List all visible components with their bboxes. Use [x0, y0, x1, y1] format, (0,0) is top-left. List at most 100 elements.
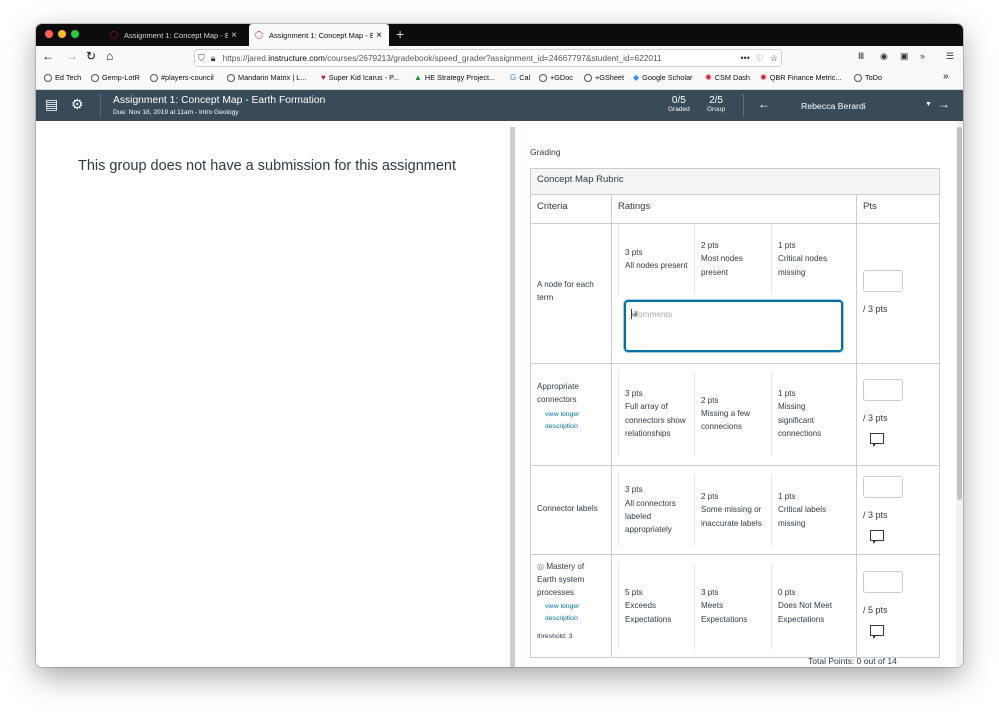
rating-option[interactable]: 3 pts All connectors labeled appropriatel…	[618, 474, 695, 546]
settings-gear-icon[interactable]: ⚙	[71, 96, 84, 113]
outcome-target-icon: ◎	[537, 562, 545, 571]
criterion-description: Appropriate connectors	[537, 382, 579, 404]
address-bar[interactable]: ⛉ 🔒︎ https://jared.instructure.com/cours…	[194, 49, 782, 67]
points-input[interactable]	[863, 379, 903, 401]
rating-option[interactable]: 3 pts Meets Expectations	[695, 563, 772, 649]
globe-icon	[44, 73, 52, 82]
ratings-cell: 3 pts All connectors labeled appropriatel…	[612, 466, 857, 554]
comments-textarea[interactable]: Comments ◢	[624, 300, 843, 352]
resize-grip-icon[interactable]: ◢	[632, 309, 839, 349]
header-divider	[100, 94, 101, 117]
rating-option[interactable]: 3 pts All nodes present	[618, 224, 695, 294]
scholar-icon: ◆	[633, 73, 640, 82]
library-icon[interactable]: Ⅲ	[858, 51, 864, 62]
rating-option[interactable]: 5 pts Exceeds Expectations	[618, 563, 695, 649]
submission-pane: This group does not have a submission fo…	[36, 121, 510, 667]
previous-student-arrow-icon[interactable]: ←	[758, 97, 770, 111]
url-text: https://jared.instructure.com/courses/26…	[222, 53, 662, 63]
view-longer-description-link[interactable]: view longer description	[545, 601, 605, 625]
forward-arrow-icon[interactable]: →	[66, 49, 78, 63]
bookmark-star-icon[interactable]: ☆	[770, 53, 778, 64]
header-divider	[743, 94, 744, 117]
rating-option[interactable]: 2 pts Most nodes present	[695, 224, 772, 294]
student-selector[interactable]: Rebecca Berardi	[801, 101, 866, 111]
view-longer-description-link[interactable]: view longer description	[545, 409, 605, 433]
next-student-arrow-icon[interactable]: →	[938, 97, 950, 111]
tab-title: Assignment 1: Concept Map - E	[124, 30, 228, 40]
minimize-window-button[interactable]	[58, 30, 66, 38]
group-label: Group	[707, 106, 726, 113]
ratings-group: 3 pts Full array of connectors show relat…	[612, 371, 856, 456]
bookmark-item[interactable]: ✺ CSM Dash	[705, 73, 750, 82]
overflow-chevron-icon[interactable]: »	[920, 51, 925, 61]
close-tab-icon[interactable]: ×	[373, 30, 385, 41]
bookmark-item[interactable]: ▲ HE Strategy Project...	[414, 73, 495, 82]
extension-icon[interactable]: ▣	[900, 51, 909, 62]
points-cell: / 3 pts	[857, 364, 939, 465]
speedgrader-header: ▤ ⚙ Assignment 1: Concept Map - Earth Fo…	[36, 90, 963, 121]
points-input[interactable]	[863, 476, 903, 498]
rating-option[interactable]: 1 pts Missing significant connections	[772, 371, 849, 456]
ratings-cell: 5 pts Exceeds Expectations 3 pts Meets Exp…	[612, 555, 857, 657]
bookmark-item[interactable]: ToDo	[854, 73, 882, 82]
comment-bubble-icon[interactable]	[870, 530, 884, 544]
more-dots-icon[interactable]: •••	[740, 53, 749, 63]
criterion-description: ◎ Mastery of Earth system processes	[537, 562, 585, 597]
rating-option[interactable]: 1 pts Critical nodes missing	[772, 224, 849, 294]
bookmark-item[interactable]: ♥ Super Kid Icarus - P...	[321, 73, 399, 82]
bookmark-item[interactable]: Mandarin Matrix | L...	[227, 73, 306, 82]
maximize-window-button[interactable]	[71, 30, 79, 38]
slack-icon	[150, 73, 158, 82]
scrollbar-thumb[interactable]	[957, 127, 962, 500]
bookmark-item[interactable]: G Cal	[510, 73, 530, 82]
bookmark-item[interactable]: +GSheet	[584, 73, 624, 82]
chevron-down-icon[interactable]: ▼	[925, 101, 932, 108]
pocket-icon[interactable]: ♡	[756, 53, 764, 64]
bookmark-item[interactable]: ◆ Google Scholar	[633, 73, 692, 82]
rubric-title: Concept Map Rubric	[531, 168, 939, 195]
rating-option[interactable]: 2 pts Missing a few connecions	[695, 371, 772, 456]
shield-icon[interactable]: ⛉	[198, 53, 205, 64]
bookmark-item[interactable]: #players-council	[150, 73, 214, 82]
bookmark-item[interactable]: Gemp-LotR	[91, 73, 140, 82]
back-arrow-icon[interactable]: ←	[42, 49, 54, 63]
close-window-button[interactable]	[45, 30, 53, 38]
ratings-group: 5 pts Exceeds Expectations 3 pts Meets Exp…	[612, 563, 856, 649]
comment-bubble-icon[interactable]	[870, 433, 884, 447]
group-stat: 2/5 Group	[707, 95, 725, 113]
rating-option[interactable]: 0 pts Does Not Meet Expectations	[772, 563, 849, 649]
threshold-text: threshold: 3	[537, 633, 573, 640]
canvas-icon: ✺	[705, 73, 712, 82]
globe-icon	[584, 73, 592, 82]
rubric-row: ◎ Mastery of Earth system processes view…	[531, 555, 939, 658]
rating-option[interactable]: 3 pts Full array of connectors show relat…	[618, 371, 695, 456]
heart-icon: ♥	[321, 73, 326, 82]
assignment-title[interactable]: Assignment 1: Concept Map - Earth Format…	[113, 95, 325, 106]
gradebook-icon[interactable]: ▤	[45, 96, 58, 113]
new-tab-plus-icon[interactable]: +	[396, 26, 404, 42]
bookmark-item[interactable]: +GDoc	[539, 73, 573, 82]
account-icon[interactable]: ◉	[880, 51, 888, 62]
bookmarks-overflow-icon[interactable]: »	[943, 71, 949, 82]
bookmark-item[interactable]: ✺ QBR Finance Metric...	[760, 73, 841, 82]
browser-tab-active[interactable]: Assignment 1: Concept Map - E ×	[249, 24, 389, 46]
rating-option[interactable]: 2 pts Some missing or inaccurate labels	[695, 474, 772, 546]
close-tab-icon[interactable]: ×	[228, 30, 240, 41]
points-input[interactable]	[863, 571, 903, 593]
rating-option[interactable]: 1 pts Critical labels missing	[772, 474, 849, 546]
points-cell: / 3 pts	[857, 466, 939, 554]
canvas-favicon-icon	[110, 31, 118, 39]
canvas-icon: ✺	[760, 73, 767, 82]
home-icon[interactable]: ⌂	[106, 49, 113, 63]
hamburger-menu-icon[interactable]: ☰	[946, 51, 954, 62]
reload-icon[interactable]: ↻	[86, 49, 96, 63]
browser-tab[interactable]: Assignment 1: Concept Map - E ×	[104, 24, 244, 46]
points-input[interactable]	[863, 270, 903, 292]
bookmark-item[interactable]: Ed Tech	[44, 73, 81, 82]
comment-bubble-icon[interactable]	[870, 625, 884, 639]
no-submission-message: This group does not have a submission fo…	[78, 158, 457, 174]
ratings-header: Ratings	[612, 195, 857, 223]
points-possible: / 3 pts	[863, 510, 888, 520]
grading-label: Grading	[530, 147, 561, 157]
ratings-cell: 3 pts All nodes present 2 pts Most nodes p…	[612, 224, 857, 363]
